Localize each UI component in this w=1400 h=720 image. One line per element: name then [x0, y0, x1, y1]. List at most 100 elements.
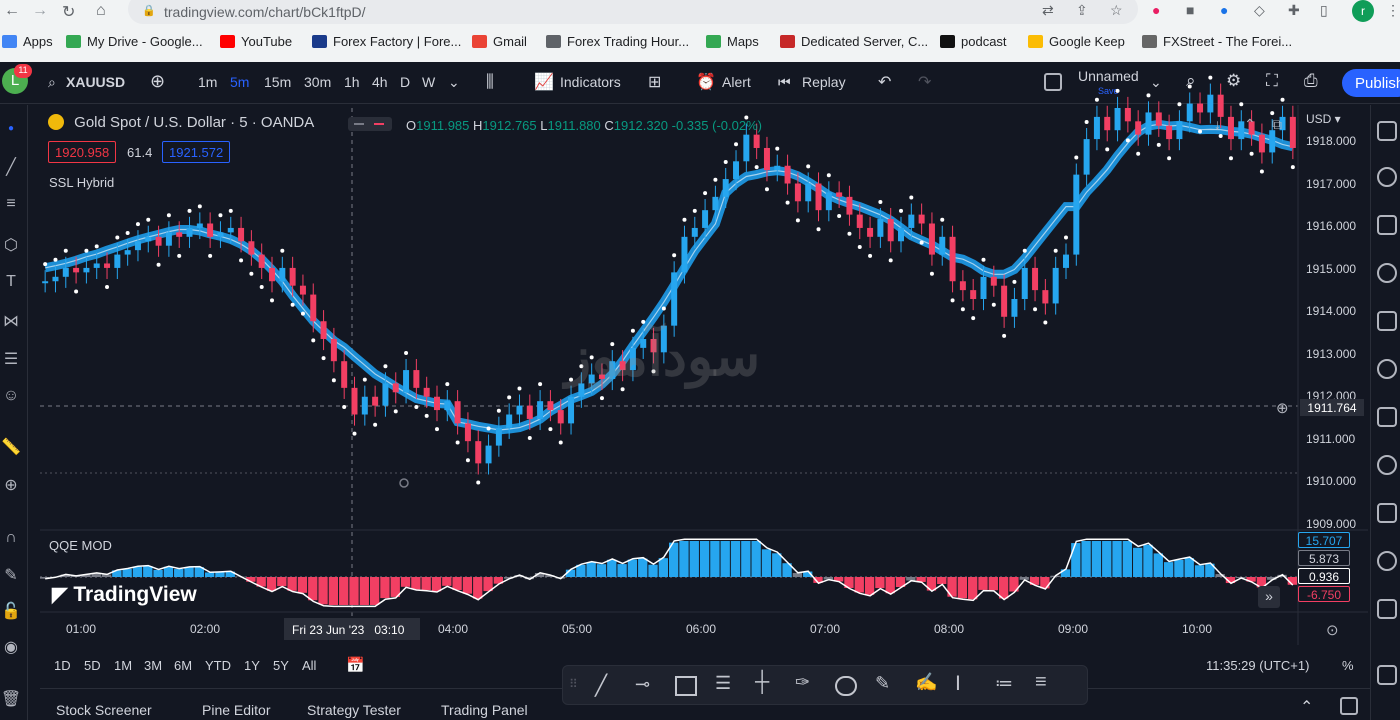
candle-body [681, 236, 688, 273]
list-icon[interactable]: ≡ [1035, 671, 1057, 693]
qqe-bar [359, 577, 369, 605]
goto-date-icon[interactable]: 📅 [346, 656, 365, 674]
ssl-dot [857, 245, 862, 250]
candle-body [495, 427, 502, 446]
price-tick-label: 1918.000 [1306, 134, 1357, 148]
brush-icon[interactable]: ✑ [795, 672, 817, 692]
floating-drawing-toolbar: ⠿ ╱ ⊸ ☰ ┼ ✑ ✎ ✍ Ⅰ ≔ ≡ [562, 665, 1088, 705]
ssl-dot [146, 217, 151, 222]
clock[interactable]: 11:35:29 (UTC+1) [1206, 658, 1309, 673]
settings-icon[interactable]: ⊙ [1326, 621, 1339, 639]
pen-icon[interactable]: ✎ [875, 673, 897, 693]
candle-body [464, 423, 471, 442]
crosshair-icon[interactable]: ┼ [755, 671, 777, 693]
parallel-channel-icon[interactable]: ☰ [715, 673, 737, 693]
ssl-dot [486, 426, 491, 431]
time-tick-label: 05:00 [562, 622, 593, 636]
qqe-bar [462, 577, 473, 594]
percent-toggle[interactable]: % [1342, 658, 1354, 673]
range-5d[interactable]: 5D [84, 658, 101, 673]
qqe-bar [174, 569, 184, 577]
range-5y[interactable]: 5Y [273, 658, 289, 673]
tab-stock-screener[interactable]: Stock Screener [56, 702, 152, 718]
candle-body [537, 401, 544, 419]
trendline-icon[interactable]: ╱ [595, 673, 617, 697]
ssl-dot [166, 213, 171, 218]
range-1m[interactable]: 1M [114, 658, 132, 673]
ssl-dot [919, 240, 924, 245]
ssl-dot [795, 218, 800, 223]
candle-body [1186, 103, 1193, 122]
currency-selector[interactable]: USD ▾ [1306, 112, 1341, 126]
rectangle-icon[interactable] [675, 676, 697, 696]
ssl-dot [1074, 155, 1079, 160]
ssl-dot [775, 146, 780, 151]
ssl-dot [331, 378, 336, 383]
settings-lines-icon[interactable]: ≔ [995, 673, 1017, 693]
qqe-bar [988, 577, 998, 591]
tab-pine-editor[interactable]: Pine Editor [202, 702, 270, 718]
ssl-dot [187, 208, 192, 213]
qqe-value-4: -6.750 [1298, 586, 1350, 602]
ssl-dot [43, 262, 48, 267]
highlighter-icon[interactable]: ✍ [915, 672, 937, 692]
range-3m[interactable]: 3M [144, 658, 162, 673]
range-ytd[interactable]: YTD [205, 658, 231, 673]
symbol-title[interactable]: Gold Spot / U.S. Dollar · 5 · OANDA [74, 114, 314, 131]
candle-body [949, 236, 956, 282]
expand-icon[interactable]: » [1258, 586, 1280, 608]
ssl-dot [300, 311, 305, 316]
arrow-down-icon[interactable]: ↓ [1214, 116, 1221, 132]
ssl-dot [84, 248, 89, 253]
ssl-dot [527, 436, 532, 441]
ssl-dot [239, 258, 244, 263]
ssl-dot [1115, 88, 1120, 93]
indicator-ssl-hybrid[interactable]: SSL Hybrid [49, 175, 114, 190]
price-tick-label: 1917.000 [1306, 176, 1357, 191]
ssl-dot [1146, 93, 1151, 98]
ssl-dot [1084, 119, 1089, 124]
candle-body [351, 387, 358, 415]
text-tool-icon[interactable]: Ⅰ [955, 671, 977, 695]
qqe-bar [277, 577, 287, 587]
legend-toggle[interactable] [348, 117, 392, 131]
horizontal-ray-icon[interactable]: ⊸ [635, 674, 657, 694]
qqe-bar [1102, 541, 1112, 577]
range-1d[interactable]: 1D [54, 658, 71, 673]
ssl-dot [455, 440, 460, 445]
plus-icon[interactable]: ⊕ [1276, 399, 1289, 417]
candle-body [299, 285, 306, 295]
ssl-dot [1290, 165, 1295, 170]
candle-body [279, 267, 286, 282]
chevron-up-icon[interactable]: ⌃ [1300, 697, 1313, 717]
candle-body [124, 250, 131, 255]
ssl-dot [1218, 133, 1223, 138]
qqe-bar [215, 572, 225, 577]
candle-body [361, 396, 368, 415]
range-6m[interactable]: 6M [174, 658, 192, 673]
maximize-icon[interactable]: ⧉ [1272, 116, 1282, 133]
sell-button[interactable]: 1920.958 [48, 141, 117, 163]
qqe-bar [1163, 562, 1174, 577]
maximize-panel-icon[interactable] [1340, 697, 1358, 715]
qqe-bar [1122, 541, 1133, 577]
range-all[interactable]: All [302, 658, 316, 673]
range-1y[interactable]: 1Y [244, 658, 260, 673]
buy-button[interactable]: 1921.572 [162, 141, 231, 163]
collapse-icon[interactable]: ⌃ [1244, 116, 1256, 133]
ssl-dot [1033, 307, 1038, 312]
ellipse-icon[interactable] [835, 676, 857, 696]
qqe-bar [452, 577, 462, 591]
ssl-dot [249, 271, 254, 276]
qqe-bar [761, 549, 772, 577]
ssl-dot [290, 302, 295, 307]
candle-body [1073, 174, 1080, 255]
ssl-dot [558, 440, 563, 445]
candle-body [485, 445, 492, 464]
candle-body [248, 241, 255, 255]
drag-handle-icon[interactable]: ⠿ [569, 677, 578, 691]
indicator-qqe-mod[interactable]: QQE MOD [49, 538, 112, 553]
tab-trading-panel[interactable]: Trading Panel [441, 702, 528, 718]
tab-strategy-tester[interactable]: Strategy Tester [307, 702, 401, 718]
ssl-dot [1208, 75, 1213, 80]
